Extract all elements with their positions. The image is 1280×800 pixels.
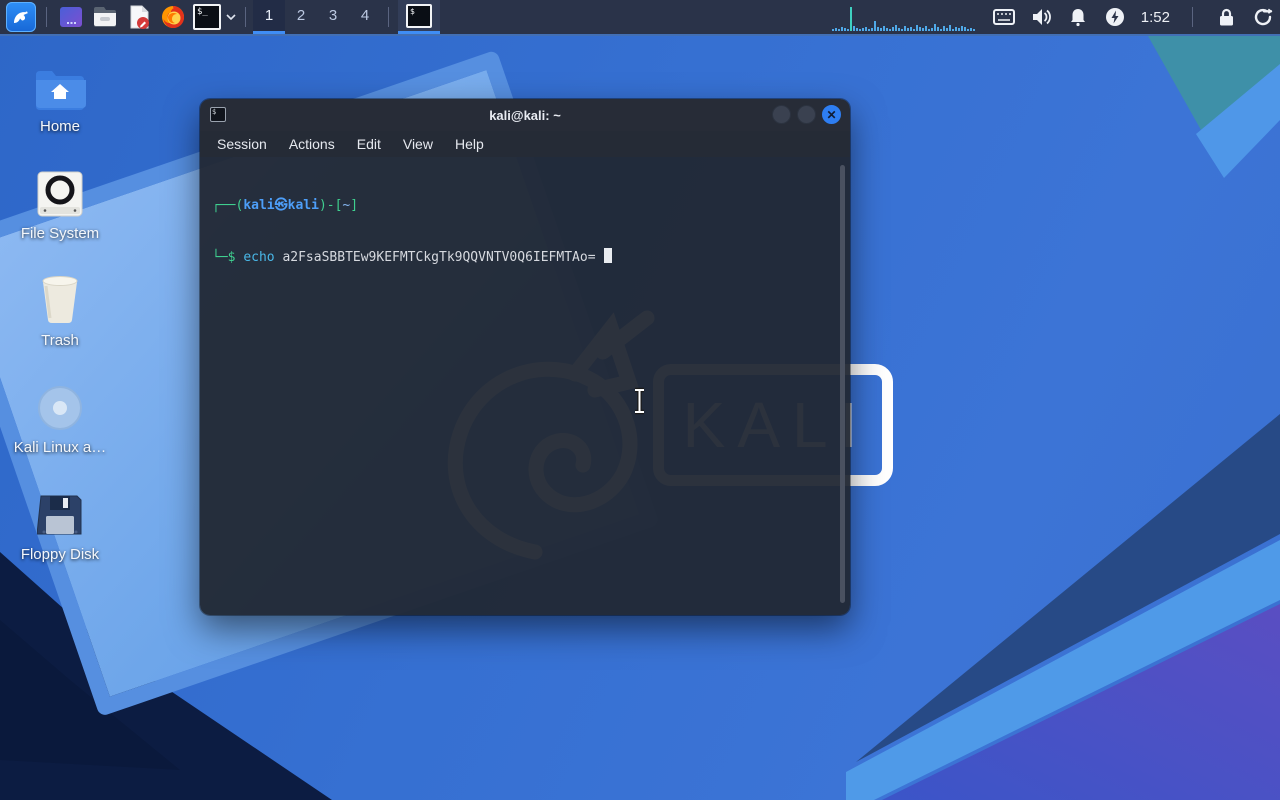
desktop-icon-file-system[interactable]: File System <box>8 155 112 262</box>
volume-icon <box>1032 9 1051 25</box>
terminal-scrollbar[interactable] <box>840 165 845 603</box>
menu-view[interactable]: View <box>394 134 442 154</box>
applications-menu-button[interactable] <box>6 2 36 32</box>
terminal-content[interactable]: ┌──(kali㉿kali)-[~] └─$ echo a2FsaSBBTEw9… <box>200 157 850 615</box>
firefox-icon <box>162 6 184 28</box>
keyboard-tray-item[interactable] <box>992 6 1015 28</box>
home-folder-icon <box>34 48 86 110</box>
panel-separator <box>245 7 246 27</box>
prompt-symbol: └─$ <box>212 250 236 265</box>
desktop-icon-label: Trash <box>41 332 79 349</box>
keyboard-icon <box>992 9 1015 25</box>
trash-icon <box>38 262 82 324</box>
prompt-line-1: ┌──(kali㉿kali)-[~] <box>212 197 838 214</box>
window-title: kali@kali: ~ <box>489 107 561 123</box>
power-manager-icon <box>1105 8 1124 26</box>
maximize-button[interactable] <box>797 105 816 124</box>
top-panel: $_ 1 2 3 4 $ 1:52 <box>0 0 1280 36</box>
desktop-icon-label: Kali Linux a… <box>13 439 107 456</box>
minimize-button[interactable] <box>772 105 791 124</box>
workspace-4[interactable]: 4 <box>349 0 381 34</box>
launcher-text-editor[interactable] <box>125 3 153 31</box>
window-controls: ✕ <box>772 105 841 124</box>
desktop-app-icon <box>60 7 82 27</box>
cd-disc-icon <box>37 369 83 431</box>
workspace-2[interactable]: 2 <box>285 0 317 34</box>
desktop-icon-label: File System <box>20 225 100 242</box>
log-out-icon <box>1254 8 1273 26</box>
terminal-titlebar[interactable]: $ kali@kali: ~ ✕ <box>200 99 850 131</box>
clock[interactable]: 1:52 <box>1141 9 1170 26</box>
desktop-icon-home[interactable]: Home <box>8 48 112 155</box>
volume-tray-item[interactable] <box>1030 6 1052 28</box>
prompt-frame: )-[ <box>318 198 343 213</box>
log-out-button[interactable] <box>1252 6 1274 28</box>
desktop-icon-floppy[interactable]: Floppy Disk <box>8 476 112 583</box>
launcher-terminal[interactable]: $_ <box>193 3 221 31</box>
menu-help[interactable]: Help <box>446 134 493 154</box>
desktop-icon-label: Floppy Disk <box>20 546 100 563</box>
launcher-desktop-app[interactable] <box>57 3 85 31</box>
menu-edit[interactable]: Edit <box>348 134 390 154</box>
prompt-line-2: └─$ echo a2FsaSBBTEw9KEFMTCkgTk9QQVNTV0Q… <box>212 248 838 266</box>
taskbar-terminal-window-button[interactable]: $ <box>398 0 440 34</box>
prompt-frame: ┌──( <box>212 198 244 213</box>
lock-screen-button[interactable] <box>1215 6 1237 28</box>
floppy-disk-icon <box>37 476 83 538</box>
menu-actions[interactable]: Actions <box>280 134 344 154</box>
prompt-user: kali㉿kali <box>243 198 319 213</box>
terminal-icon: $ <box>406 3 432 28</box>
lock-icon <box>1219 8 1233 26</box>
command-argument: a2FsaSBBTEw9KEFMTCkgTk9QQVNTV0Q6IEFMTAo= <box>282 250 596 265</box>
cpu-graph-widget[interactable] <box>831 2 978 32</box>
prompt-frame: ] <box>350 198 359 213</box>
drive-icon <box>37 155 83 217</box>
menu-session[interactable]: Session <box>208 134 276 154</box>
command-text: echo <box>243 250 275 265</box>
kali-dragon-icon <box>14 11 28 23</box>
text-editor-icon <box>130 5 149 29</box>
system-tray: 1:52 <box>831 2 1274 32</box>
notifications-tray-item[interactable] <box>1067 6 1089 28</box>
file-manager-icon <box>94 7 116 27</box>
ibeam-cursor <box>631 387 649 420</box>
desktop-icon-kali-cd[interactable]: Kali Linux a… <box>8 369 112 476</box>
panel-separator <box>1192 7 1193 27</box>
terminal-menubar: Session Actions Edit View Help <box>200 131 850 157</box>
terminal-icon: $_ <box>193 4 221 30</box>
workspace-1[interactable]: 1 <box>253 0 285 34</box>
desktop-icon-list: Home File System Trash Kali Linux a… Flo… <box>8 48 112 583</box>
terminal-cursor <box>603 248 612 263</box>
workspace-switcher: 1 2 3 4 <box>253 0 381 34</box>
panel-separator <box>46 7 47 27</box>
close-button[interactable]: ✕ <box>822 105 841 124</box>
bell-icon <box>1070 9 1085 27</box>
desktop-icon-label: Home <box>39 118 80 135</box>
chevron-down-icon <box>226 14 236 20</box>
terminal-window: $ kali@kali: ~ ✕ Session Actions Edit Vi… <box>200 99 850 615</box>
workspace-3[interactable]: 3 <box>317 0 349 34</box>
launcher-file-manager[interactable] <box>91 3 119 31</box>
panel-separator <box>388 7 389 27</box>
launcher-dropdown[interactable] <box>224 3 238 31</box>
desktop-icon-trash[interactable]: Trash <box>8 262 112 369</box>
terminal-app-icon: $ <box>210 107 226 122</box>
launcher-firefox[interactable] <box>159 3 187 31</box>
power-manager-tray-item[interactable] <box>1104 6 1126 28</box>
